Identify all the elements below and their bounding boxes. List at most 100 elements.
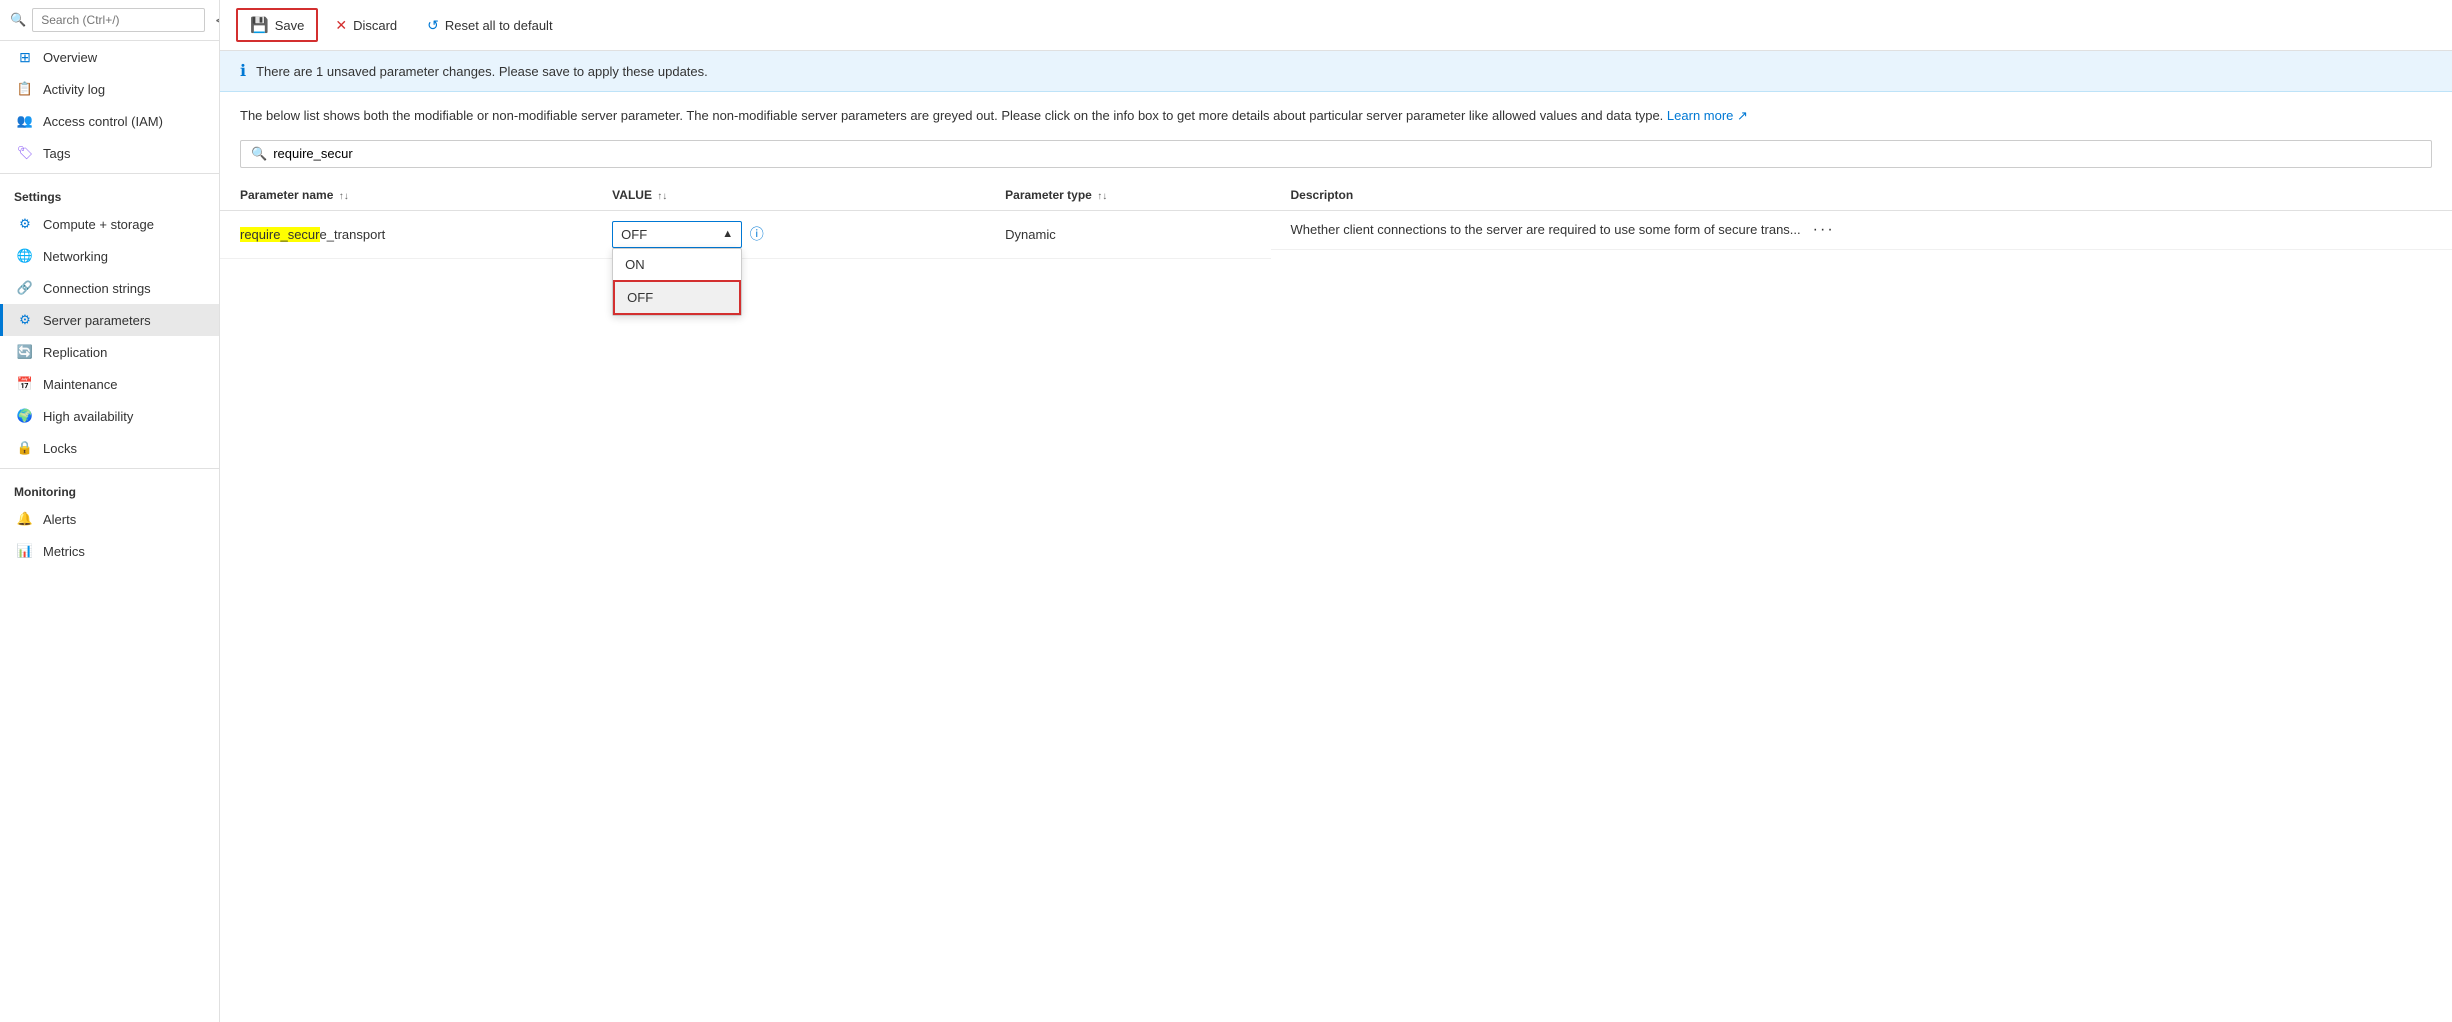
sidebar-item-access-control[interactable]: 👥 Access control (IAM) xyxy=(0,105,219,137)
sidebar-item-label: Replication xyxy=(43,345,107,360)
sidebar-item-label: Access control (IAM) xyxy=(43,114,163,129)
tags-icon: 🏷 xyxy=(17,145,33,161)
col-header-value: VALUE ↑↓ xyxy=(592,180,985,211)
info-icon: ℹ xyxy=(240,61,246,81)
sort-icon-value[interactable]: ↑↓ xyxy=(657,191,667,202)
col-header-description: Descripton xyxy=(1271,180,2452,211)
param-search-input[interactable] xyxy=(273,146,2421,161)
divider-settings xyxy=(0,173,219,174)
parameters-table: Parameter name ↑↓ VALUE ↑↓ Parameter typ… xyxy=(220,180,2452,259)
networking-icon: 🌐 xyxy=(17,248,33,264)
external-link-icon: ↗ xyxy=(1737,108,1748,123)
sidebar-item-label: Metrics xyxy=(43,544,85,559)
description-cell: Whether client connections to the server… xyxy=(1271,211,2452,250)
sidebar-item-label: Tags xyxy=(43,146,70,161)
value-dropdown-trigger[interactable]: OFF ▲ xyxy=(612,221,742,248)
sidebar-item-tags[interactable]: 🏷 Tags xyxy=(0,137,219,169)
reset-button[interactable]: ↺ Reset all to default xyxy=(414,10,565,41)
save-button[interactable]: 💾 Save xyxy=(236,8,318,42)
sort-icon-param-name[interactable]: ↑↓ xyxy=(339,191,349,202)
sidebar-item-compute-storage[interactable]: ⚙ Compute + storage xyxy=(0,208,219,240)
monitoring-section-label: Monitoring xyxy=(0,473,219,503)
sidebar-item-label: Activity log xyxy=(43,82,105,97)
more-options-button[interactable]: ··· xyxy=(1809,221,1839,239)
sidebar-item-activity-log[interactable]: 📋 Activity log xyxy=(0,73,219,105)
server-params-icon: ⚙ xyxy=(17,312,33,328)
reset-label: Reset all to default xyxy=(445,18,553,33)
divider-monitoring xyxy=(0,468,219,469)
content-area: ℹ There are 1 unsaved parameter changes.… xyxy=(220,51,2452,1022)
sidebar-item-label: Overview xyxy=(43,50,97,65)
param-name-highlight: require_secur xyxy=(240,227,320,242)
sidebar-item-replication[interactable]: 🔄 Replication xyxy=(0,336,219,368)
table-header: Parameter name ↑↓ VALUE ↑↓ Parameter typ… xyxy=(220,180,2452,211)
main-content: 💾 Save ✕ Discard ↺ Reset all to default … xyxy=(220,0,2452,1022)
discard-icon: ✕ xyxy=(335,17,347,34)
col-header-param-type: Parameter type ↑↓ xyxy=(985,180,1270,211)
dropdown-option-on[interactable]: ON xyxy=(613,249,741,280)
info-banner: ℹ There are 1 unsaved parameter changes.… xyxy=(220,51,2452,92)
sidebar-item-metrics[interactable]: 📊 Metrics xyxy=(0,535,219,567)
save-label: Save xyxy=(275,18,305,33)
sidebar-item-server-parameters[interactable]: ⚙ Server parameters xyxy=(0,304,219,336)
description-text: The below list shows both the modifiable… xyxy=(220,92,2452,140)
dropdown-value: OFF xyxy=(621,227,647,242)
chevron-up-icon: ▲ xyxy=(722,228,733,240)
activity-log-icon: 📋 xyxy=(17,81,33,97)
sidebar-item-label: Alerts xyxy=(43,512,76,527)
overview-icon: ⊞ xyxy=(17,49,33,65)
discard-button[interactable]: ✕ Discard xyxy=(322,10,410,41)
param-type-cell: Dynamic xyxy=(985,210,1270,258)
param-name-cell: require_secure_transport xyxy=(220,210,592,258)
table-body: require_secure_transport OFF ▲ ON OFF xyxy=(220,210,2452,258)
param-name-suffix: e_transport xyxy=(320,227,386,242)
compute-icon: ⚙ xyxy=(17,216,33,232)
discard-label: Discard xyxy=(353,18,397,33)
sidebar-item-connection-strings[interactable]: 🔗 Connection strings xyxy=(0,272,219,304)
table-row: require_secure_transport OFF ▲ ON OFF xyxy=(220,210,2452,258)
high-availability-icon: 🌍 xyxy=(17,408,33,424)
dropdown-menu: ON OFF xyxy=(612,248,742,316)
col-header-param-name: Parameter name ↑↓ xyxy=(220,180,592,211)
value-dropdown-container: OFF ▲ ON OFF xyxy=(612,221,742,248)
sidebar-item-overview[interactable]: ⊞ Overview xyxy=(0,41,219,73)
sidebar-search-input[interactable] xyxy=(32,8,205,32)
sidebar-item-maintenance[interactable]: 📅 Maintenance xyxy=(0,368,219,400)
metrics-icon: 📊 xyxy=(17,543,33,559)
access-control-icon: 👥 xyxy=(17,113,33,129)
param-info-button[interactable]: ⓘ xyxy=(746,224,768,244)
description-body: The below list shows both the modifiable… xyxy=(240,108,1663,123)
sort-icon-param-type[interactable]: ↑↓ xyxy=(1097,191,1107,202)
reset-icon: ↺ xyxy=(427,17,439,34)
description-text-value: Whether client connections to the server… xyxy=(1291,222,1801,237)
sidebar-item-locks[interactable]: 🔒 Locks xyxy=(0,432,219,464)
sidebar-item-label: Maintenance xyxy=(43,377,117,392)
settings-section-label: Settings xyxy=(0,178,219,208)
sidebar-item-label: Connection strings xyxy=(43,281,151,296)
toolbar: 💾 Save ✕ Discard ↺ Reset all to default xyxy=(220,0,2452,51)
banner-message: There are 1 unsaved parameter changes. P… xyxy=(256,64,708,79)
sidebar-item-label: High availability xyxy=(43,409,133,424)
search-icon: 🔍 xyxy=(10,12,26,28)
sidebar-item-label: Networking xyxy=(43,249,108,264)
locks-icon: 🔒 xyxy=(17,440,33,456)
sidebar-item-label: Locks xyxy=(43,441,77,456)
connection-icon: 🔗 xyxy=(17,280,33,296)
collapse-sidebar-button[interactable]: ≪ xyxy=(211,10,220,31)
replication-icon: 🔄 xyxy=(17,344,33,360)
value-cell: OFF ▲ ON OFF ⓘ xyxy=(592,210,985,258)
alerts-icon: 🔔 xyxy=(17,511,33,527)
sidebar-item-label: Server parameters xyxy=(43,313,151,328)
sidebar: 🔍 ≪ ⊞ Overview 📋 Activity log 👥 Access c… xyxy=(0,0,220,1022)
param-name-text: require_secure_transport xyxy=(240,227,385,242)
sidebar-item-networking[interactable]: 🌐 Networking xyxy=(0,240,219,272)
sidebar-search-container: 🔍 ≪ xyxy=(0,0,219,41)
dropdown-option-off[interactable]: OFF xyxy=(613,280,741,315)
sidebar-item-label: Compute + storage xyxy=(43,217,154,232)
maintenance-icon: 📅 xyxy=(17,376,33,392)
param-search-bar: 🔍 xyxy=(240,140,2432,168)
sidebar-item-high-availability[interactable]: 🌍 High availability xyxy=(0,400,219,432)
save-icon: 💾 xyxy=(250,16,269,34)
sidebar-item-alerts[interactable]: 🔔 Alerts xyxy=(0,503,219,535)
learn-more-link[interactable]: Learn more ↗ xyxy=(1667,108,1748,123)
